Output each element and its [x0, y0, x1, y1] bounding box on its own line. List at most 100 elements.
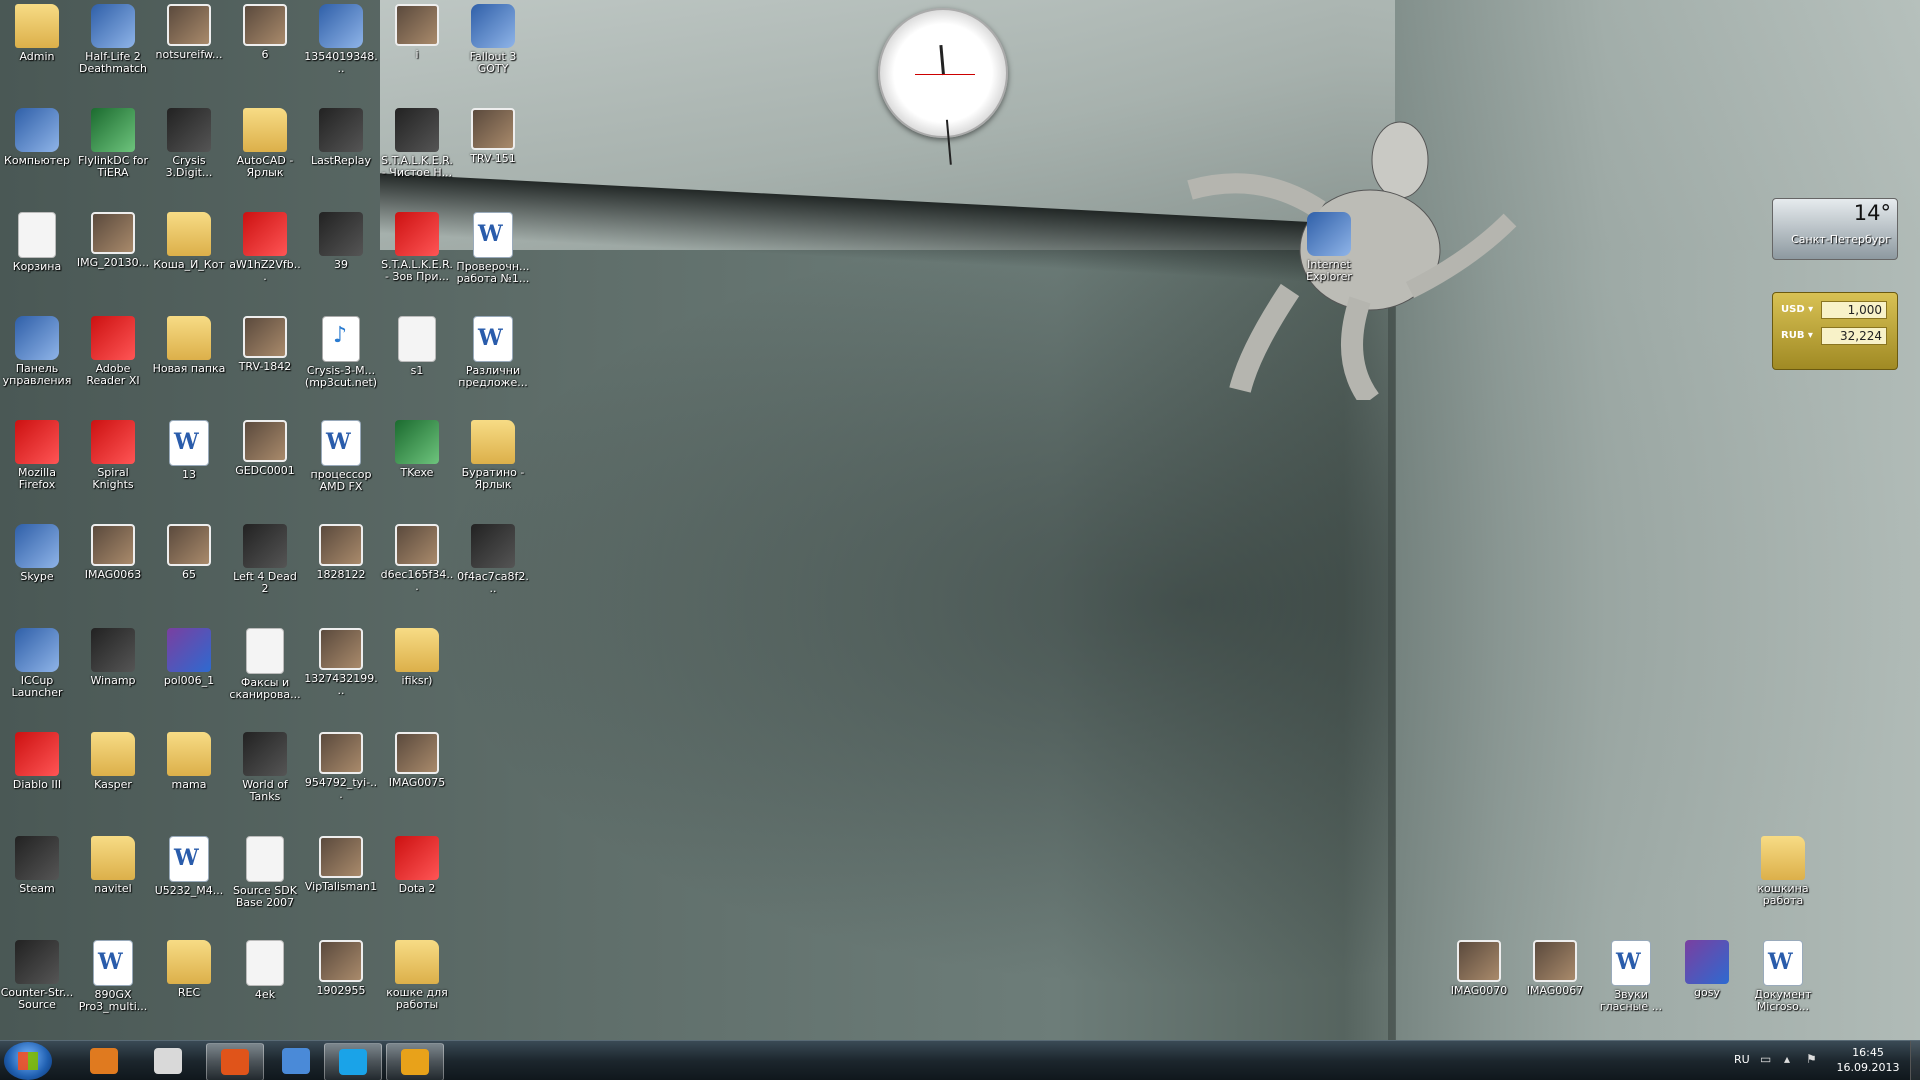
desktop-icon[interactable]: S.T.A.L.K.E.R. - Чистое Н...	[380, 106, 454, 179]
desktop-icon[interactable]: navitel	[76, 834, 150, 895]
desktop-icon[interactable]: Crysis 3.Digit...	[152, 106, 226, 179]
desktop-icon[interactable]: Internet Explorer	[1292, 210, 1366, 283]
desktop-icon[interactable]: Корзина	[0, 210, 74, 273]
folder-icon	[471, 420, 515, 464]
action-center-flag-icon[interactable]: ⚑	[1806, 1052, 1820, 1066]
desktop-icon[interactable]: REC	[152, 938, 226, 999]
desktop-icon[interactable]: 65	[152, 522, 226, 581]
desktop-icon-label: Source SDK Base 2007	[233, 884, 297, 909]
desktop-icon[interactable]: Diablo III	[0, 730, 74, 791]
currency-row-usd[interactable]: USD ▾ 1,000	[1779, 301, 1891, 321]
desktop-icon[interactable]: IMAG0063	[76, 522, 150, 581]
desktop-icon[interactable]: Crysis-3-M... (mp3cut.net)	[304, 314, 378, 389]
desktop-icon[interactable]: Steam	[0, 834, 74, 895]
start-button[interactable]	[4, 1042, 52, 1080]
desktop-icon[interactable]: Коша_И_Кот	[152, 210, 226, 271]
desktop-icon[interactable]: TKexe	[380, 418, 454, 479]
desktop-icon[interactable]: gosy	[1670, 938, 1744, 999]
taskbar-button[interactable]	[324, 1043, 382, 1080]
desktop-icon[interactable]: 6	[228, 2, 302, 61]
desktop-icon[interactable]: LastReplay	[304, 106, 378, 167]
desktop-icon[interactable]: AutoCAD - Ярлык	[228, 106, 302, 179]
desktop-icon[interactable]: Факсы и сканирова...	[228, 626, 302, 701]
desktop-icon[interactable]: GEDC0001	[228, 418, 302, 477]
desktop-icon[interactable]: s1	[380, 314, 454, 377]
desktop-icon[interactable]: 13	[152, 418, 226, 481]
desktop-icon[interactable]: Проверочн... работа №1...	[456, 210, 530, 285]
desktop-icon[interactable]: Half-Life 2 Deathmatch	[76, 2, 150, 75]
taskbar-button[interactable]	[386, 1043, 444, 1080]
desktop-icon[interactable]: Буратино - Ярлык	[456, 418, 530, 491]
desktop-icon[interactable]: Звуки гласные ...	[1594, 938, 1668, 1013]
desktop-icon[interactable]: IMG_20130...	[76, 210, 150, 269]
show-desktop-button[interactable]	[1910, 1041, 1920, 1080]
desktop-icon[interactable]: 1327432199...	[304, 626, 378, 697]
desktop-icon[interactable]: TRV-151	[456, 106, 530, 165]
desktop-icon[interactable]: кошке для работы	[380, 938, 454, 1011]
desktop-icon[interactable]: U5232_M4...	[152, 834, 226, 897]
desktop-icon[interactable]: Skype	[0, 522, 74, 583]
desktop-icon[interactable]: pol006_1	[152, 626, 226, 687]
desktop-icon[interactable]: ICCup Launcher	[0, 626, 74, 699]
photo-icon	[243, 4, 287, 46]
desktop-icon[interactable]: 0f4ac7ca8f2...	[456, 522, 530, 595]
desktop-icon[interactable]: IMAG0075	[380, 730, 454, 789]
desktop-icon[interactable]: Winamp	[76, 626, 150, 687]
desktop-icon[interactable]: notsureifw...	[152, 2, 226, 61]
desktop-icon[interactable]: FlylinkDC for TiERA	[76, 106, 150, 179]
desktop-icon[interactable]: Source SDK Base 2007	[228, 834, 302, 909]
desktop-icon[interactable]: 954792_tyi-...	[304, 730, 378, 801]
weather-gadget[interactable]: 14° Санкт-Петербург	[1772, 198, 1898, 260]
desktop-icon[interactable]: Компьютер	[0, 106, 74, 167]
desktop-icon[interactable]: S.T.A.L.K.E.R. - Зов При...	[380, 210, 454, 283]
desktop-icon[interactable]: IMAG0070	[1442, 938, 1516, 997]
taskbar-button[interactable]	[206, 1043, 264, 1080]
desktop-icon[interactable]: Различни предложе...	[456, 314, 530, 389]
desktop-icon[interactable]: Dota 2	[380, 834, 454, 895]
desktop-icon[interactable]: кошкина работа	[1746, 834, 1820, 907]
taskbar-button[interactable]	[140, 1043, 196, 1079]
desktop-icon[interactable]: Fallout 3 GOTY	[456, 2, 530, 75]
currency-gadget[interactable]: USD ▾ 1,000 RUB ▾ 32,224	[1772, 292, 1898, 370]
desktop-icon[interactable]: World of Tanks	[228, 730, 302, 803]
photo-icon	[395, 732, 439, 774]
desktop-icon-label: Crysis-3-M... (mp3cut.net)	[304, 364, 378, 389]
desktop-icon[interactable]: Spiral Knights	[76, 418, 150, 491]
photo-icon	[91, 524, 135, 566]
desktop-icon[interactable]: 1354019348...	[304, 2, 378, 75]
desktop-icon[interactable]: Mozilla Firefox	[0, 418, 74, 491]
desktop-icon[interactable]: Adobe Reader XI	[76, 314, 150, 387]
desktop-icon-label: Winamp	[90, 674, 136, 687]
desktop-icon[interactable]: ifiksr)	[380, 626, 454, 687]
show-hidden-icons-icon[interactable]: ▴	[1784, 1052, 1798, 1066]
desktop-icon[interactable]: Counter-Str... Source	[0, 938, 74, 1011]
desktop-icon[interactable]: i	[380, 2, 454, 61]
tray-clock[interactable]: 16:45 16.09.2013	[1830, 1045, 1906, 1075]
currency-row-rub[interactable]: RUB ▾ 32,224	[1779, 327, 1891, 347]
desktop-icon[interactable]: TRV-1842	[228, 314, 302, 373]
desktop-icon[interactable]: d6ec165f34...	[380, 522, 454, 593]
desktop-icon-label: Панель управления	[2, 362, 72, 387]
folder-icon	[91, 836, 135, 880]
clock-gadget[interactable]	[878, 8, 1008, 165]
taskbar-button[interactable]	[268, 1043, 324, 1079]
desktop-icon[interactable]: 890GX Pro3_multi...	[76, 938, 150, 1013]
desktop-icon[interactable]: aW1hZ2Vfb...	[228, 210, 302, 283]
desktop-icon[interactable]: mama	[152, 730, 226, 791]
desktop-icon[interactable]: 4ek	[228, 938, 302, 1001]
desktop-icon[interactable]: Панель управления	[0, 314, 74, 387]
language-indicator[interactable]: RU	[1734, 1053, 1750, 1066]
desktop-icon[interactable]: VipTalisman1	[304, 834, 378, 893]
desktop-icon[interactable]: Admin	[0, 2, 74, 63]
desktop-icon[interactable]: Kasper	[76, 730, 150, 791]
desktop-icon[interactable]: Документ Microso...	[1746, 938, 1820, 1013]
desktop-icon[interactable]: IMAG0067	[1518, 938, 1592, 997]
keyboard-icon[interactable]: ▭	[1760, 1052, 1774, 1066]
desktop-icon[interactable]: 1828122	[304, 522, 378, 581]
desktop-icon[interactable]: Left 4 Dead 2	[228, 522, 302, 595]
desktop-icon[interactable]: 39	[304, 210, 378, 271]
taskbar-button[interactable]	[76, 1043, 132, 1079]
desktop-icon[interactable]: 1902955	[304, 938, 378, 997]
desktop-icon[interactable]: Новая папка	[152, 314, 226, 375]
desktop-icon[interactable]: процессор AMD FX	[304, 418, 378, 493]
